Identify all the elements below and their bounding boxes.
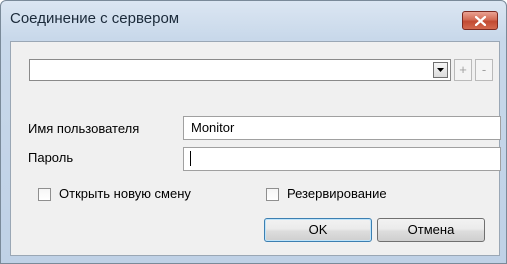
open-new-shift-label[interactable]: Открыть новую смену — [59, 186, 191, 201]
password-field[interactable] — [183, 147, 501, 171]
username-value: Monitor — [191, 120, 235, 135]
text-cursor — [190, 151, 191, 166]
cancel-button[interactable]: Отмена — [377, 218, 485, 242]
reservation-label[interactable]: Резервирование — [287, 186, 387, 201]
dialog-window: Соединение с сервером + - Имя пользовате… — [0, 0, 507, 264]
open-new-shift-checkbox[interactable] — [38, 188, 51, 201]
server-combobox[interactable] — [29, 59, 451, 81]
add-server-button[interactable]: + — [454, 59, 472, 81]
username-label: Имя пользователя — [28, 121, 140, 136]
chevron-down-icon — [437, 68, 444, 72]
password-label: Пароль — [28, 150, 74, 165]
close-button[interactable] — [462, 11, 498, 30]
ok-button[interactable]: OK — [264, 218, 372, 242]
dialog-body: + - Имя пользователя Monitor Пароль Откр… — [10, 41, 501, 256]
window-title: Соединение с сервером — [10, 10, 180, 27]
reservation-checkbox[interactable] — [266, 188, 279, 201]
remove-server-button[interactable]: - — [475, 59, 493, 81]
username-field[interactable]: Monitor — [183, 116, 501, 140]
close-icon — [475, 16, 486, 26]
combobox-dropdown-button[interactable] — [433, 62, 448, 78]
title-bar[interactable]: Соединение с сервером — [1, 1, 506, 41]
